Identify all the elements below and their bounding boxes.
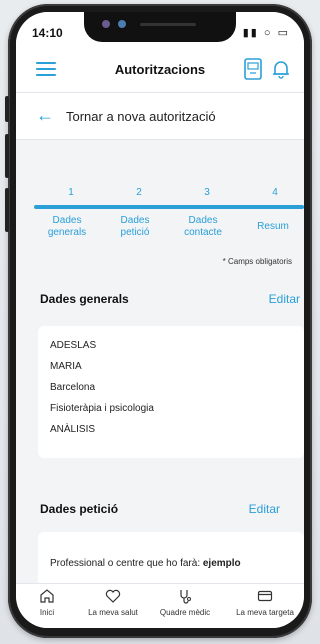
- step-label: Dades petició: [120, 215, 150, 238]
- home-icon: [16, 588, 82, 606]
- step-label: Resum: [257, 221, 289, 232]
- city-value: Barcelona: [50, 382, 96, 393]
- specialty-value: Fisioteràpia i psicologia: [50, 403, 154, 414]
- app-header: Autoritzacions: [16, 48, 304, 93]
- required-fields-note: * Camps obligatoris: [222, 257, 292, 266]
- digital-card-icon[interactable]: [244, 58, 262, 80]
- bell-icon[interactable]: [270, 58, 292, 80]
- professional-line: Professional o centre que ho farà: ejemp…: [50, 558, 241, 569]
- status-icons: ▮▮ ○ ▭: [242, 27, 290, 39]
- volume-down-button: [5, 188, 9, 232]
- step-number: 2: [136, 187, 142, 198]
- back-link-row[interactable]: ← Tornar a nova autorització: [16, 93, 304, 140]
- back-arrow-icon[interactable]: ←: [36, 105, 54, 126]
- bottom-tab-bar: Inici La meva salut Quadre mèdic La meva…: [16, 583, 304, 628]
- speaker-grill: [140, 23, 196, 26]
- tab-my-health[interactable]: La meva salut: [78, 588, 148, 617]
- app-screen: 14:10 ▮▮ ○ ▭ Autoritzacions ← Tornar a n…: [16, 12, 304, 628]
- progress-stepper: 1 2 3 4 Dades generals Dades petició Dad…: [16, 139, 304, 279]
- service-value: ANÀLISIS: [50, 424, 96, 435]
- tab-label: Quadre mèdic: [159, 608, 211, 617]
- insurer-value: ADESLAS: [50, 340, 97, 351]
- notch: [84, 12, 236, 42]
- general-data-card: ADESLAS MARIA Barcelona Fisioteràpia i p…: [38, 326, 304, 458]
- professional-label: Professional o centre que ho farà:: [50, 558, 201, 569]
- stethoscope-icon: [150, 588, 220, 606]
- request-section-title: Dades petició: [40, 502, 119, 516]
- tab-label: La meva salut: [88, 608, 138, 617]
- volume-up-button: [5, 134, 9, 178]
- tab-my-card[interactable]: La meva targeta: [230, 588, 300, 617]
- sensor-icon: [118, 20, 126, 28]
- general-section-title: Dades generals: [40, 292, 129, 306]
- tab-label: La meva targeta: [236, 608, 294, 617]
- edit-general-link[interactable]: Editar: [269, 292, 300, 306]
- back-link-label[interactable]: Tornar a nova autorització: [66, 109, 216, 124]
- step-number: 3: [204, 187, 210, 198]
- step-number: 1: [68, 187, 74, 198]
- edit-request-link[interactable]: Editar: [249, 502, 280, 516]
- step-label: Dades generals: [47, 215, 87, 238]
- status-time: 14:10: [32, 26, 63, 40]
- step-number: 4: [272, 187, 278, 198]
- side-button: [5, 96, 9, 122]
- professional-value: ejemplo: [202, 558, 241, 569]
- heart-icon: [78, 588, 148, 606]
- card-icon: [230, 588, 300, 606]
- tab-medical-directory[interactable]: Quadre mèdic: [150, 588, 220, 617]
- step-label: Dades contacte: [184, 215, 222, 238]
- tab-label: Inici: [39, 608, 55, 617]
- name-value: MARIA: [50, 361, 82, 372]
- tab-home[interactable]: Inici: [16, 588, 82, 617]
- camera-icon: [102, 20, 110, 28]
- step-progress-line: [34, 205, 304, 209]
- status-bar: 14:10 ▮▮ ○ ▭: [16, 12, 304, 48]
